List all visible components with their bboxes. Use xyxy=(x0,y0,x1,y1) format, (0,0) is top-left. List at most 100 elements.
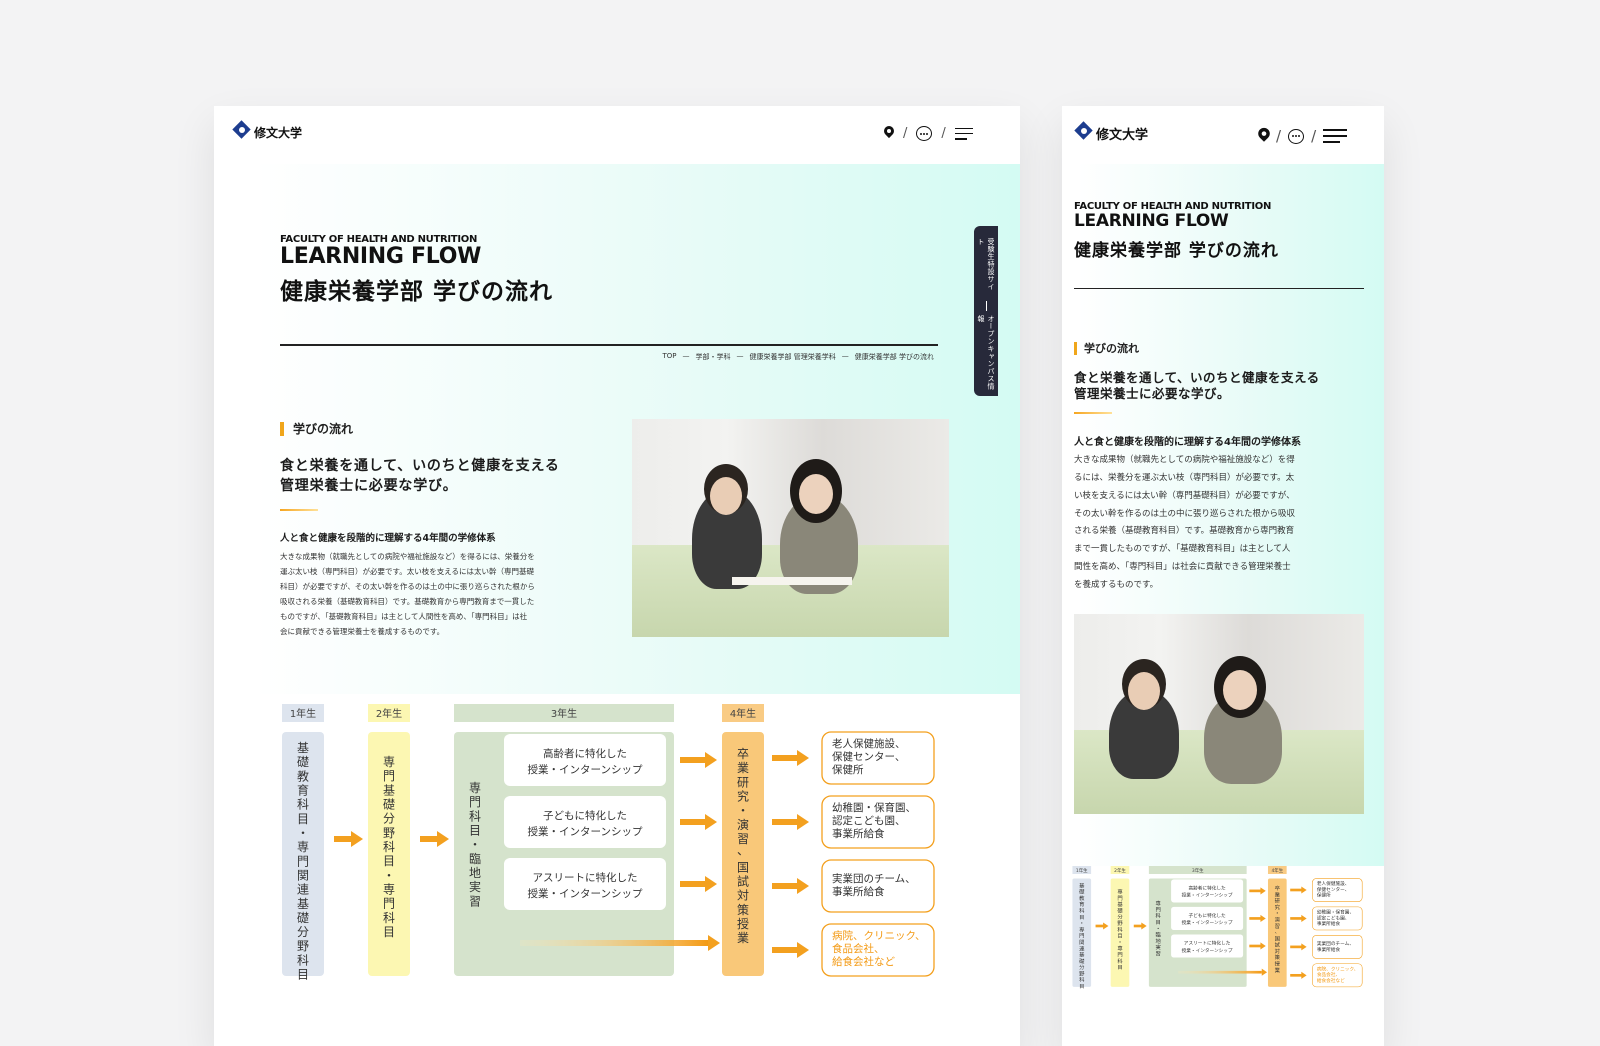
svg-text:育: 育 xyxy=(297,782,309,797)
svg-text:・: ・ xyxy=(1275,911,1280,917)
course-label: 授業・インターンシップ xyxy=(1182,947,1233,954)
flow-arrow-head xyxy=(1301,943,1307,951)
flow-arrow-head xyxy=(705,876,717,892)
site-logo[interactable]: 修文大学 xyxy=(1074,121,1149,144)
svg-text:科: 科 xyxy=(1117,957,1123,965)
svg-text:・: ・ xyxy=(469,838,481,852)
map-pin-icon[interactable] xyxy=(884,126,894,141)
site-header: 修文大学 / / xyxy=(214,106,1020,164)
svg-text:科: 科 xyxy=(1156,912,1162,920)
learning-flow-diagram: 1年生 2年生 3年生 4年生基礎教育科目・専門関連基礎分野科目専門基礎分野科目・専門… xyxy=(282,704,935,982)
svg-text:地: 地 xyxy=(1156,937,1162,945)
svg-text:地: 地 xyxy=(469,866,481,880)
svg-text:礎: 礎 xyxy=(297,755,309,769)
flow-arrow-head xyxy=(351,831,363,847)
breadcrumb-item[interactable]: TOP xyxy=(663,352,677,362)
flow-arrow-head xyxy=(1103,922,1109,930)
outcome-label: 幼稚園・保育園、 xyxy=(832,801,916,814)
outcome-label: 事業所給食 xyxy=(832,885,885,898)
svg-text:門: 門 xyxy=(1156,906,1161,913)
svg-text:門: 門 xyxy=(469,795,481,809)
svg-text:目: 目 xyxy=(1079,914,1084,921)
svg-text:門: 門 xyxy=(1117,895,1122,902)
svg-text:関: 関 xyxy=(1079,939,1084,946)
chat-bubble-icon[interactable] xyxy=(916,126,933,141)
course-label: アスリートに特化した xyxy=(1184,940,1231,947)
breadcrumb-item[interactable]: 学部・学科 xyxy=(696,352,731,362)
svg-text:目: 目 xyxy=(297,812,309,826)
svg-text:目: 目 xyxy=(383,925,395,939)
learning-flow-diagram-mini: 1年生 2年生 3年生 4年生基礎教育科目・専門関連基礎分野科目専門基礎分野科目・専門… xyxy=(1072,866,1363,990)
svg-text:・: ・ xyxy=(1156,926,1161,932)
svg-text:授: 授 xyxy=(737,916,749,931)
flow-arrow-head xyxy=(1260,914,1266,922)
course-box xyxy=(504,858,666,910)
students-photo xyxy=(632,419,949,637)
flow-arrow-head xyxy=(797,750,809,766)
svg-text:目: 目 xyxy=(1117,964,1122,971)
breadcrumb-item[interactable]: 健康栄養学部 管理栄養学科 xyxy=(750,352,836,362)
svg-text:習: 習 xyxy=(1156,950,1161,957)
breadcrumb-current: 健康栄養学部 学びの流れ xyxy=(854,353,934,361)
svg-text:専: 専 xyxy=(1079,925,1085,933)
chat-bubble-icon[interactable] xyxy=(1288,128,1305,144)
side-tab-exam-site[interactable]: 受験生特設サイト xyxy=(976,238,996,297)
svg-text:専: 専 xyxy=(297,840,309,854)
svg-text:試: 試 xyxy=(1275,941,1281,949)
side-tab-open-campus[interactable]: オープンキャンパス情報 xyxy=(976,315,996,396)
flow-arrow xyxy=(334,836,352,842)
logo-text: 修文大学 xyxy=(1096,127,1149,143)
year3-subjects: 専門科目・臨地実習 xyxy=(1156,899,1162,957)
side-quick-tab[interactable]: 受験生特設サイト オープンキャンパス情報 xyxy=(974,226,998,396)
svg-text:試: 試 xyxy=(737,873,749,888)
svg-text:専: 専 xyxy=(1117,888,1123,896)
svg-text:礎: 礎 xyxy=(1079,888,1085,896)
outcome-label: 事業所給食 xyxy=(832,827,885,840)
course-label: 高齢者に特化した xyxy=(1188,885,1226,892)
svg-text:臨: 臨 xyxy=(1156,931,1162,939)
svg-text:門: 門 xyxy=(383,897,395,911)
svg-text:業: 業 xyxy=(1275,966,1281,974)
mini-flow-wrapper: 1年生 2年生 3年生 4年生基礎教育科目・専門関連基礎分野科目専門基礎分野科目・専門… xyxy=(1068,866,1376,1004)
svg-text:分: 分 xyxy=(1117,913,1123,921)
outcome-label: 保健所 xyxy=(1317,892,1331,899)
year3-subjects: 専門科目・臨地実習 xyxy=(469,781,481,908)
hero-en-big: LEARNING FLOW xyxy=(280,244,482,269)
svg-text:演: 演 xyxy=(1275,915,1281,923)
flow-arrow xyxy=(1290,973,1302,977)
flow-arrow-head xyxy=(1301,914,1307,922)
section-label: 学びの流れ xyxy=(280,422,353,437)
svg-text:業: 業 xyxy=(1275,890,1281,898)
svg-text:基: 基 xyxy=(1079,881,1085,889)
flow-arrow-head xyxy=(797,942,809,958)
svg-text:専: 専 xyxy=(383,755,395,769)
map-pin-icon[interactable] xyxy=(1258,127,1270,144)
svg-text:関: 関 xyxy=(297,868,309,882)
flow-arrow xyxy=(1095,924,1104,928)
outcome-label: 実業団のチーム、 xyxy=(1317,940,1354,947)
flow-arrow xyxy=(680,757,706,763)
site-logo[interactable]: 修文大学 xyxy=(232,120,302,143)
flow-arrow-head xyxy=(1260,942,1266,950)
outcome-label: 病院、クリニック、 xyxy=(1317,965,1359,972)
flow-arrow xyxy=(680,819,706,825)
svg-text:目: 目 xyxy=(1079,983,1084,990)
flow-arrow xyxy=(420,836,438,842)
year-tag-year4: 4年生 xyxy=(730,707,756,720)
svg-text:、: 、 xyxy=(1275,929,1280,935)
flow-arrow-head xyxy=(797,814,809,830)
svg-text:策: 策 xyxy=(1275,953,1281,961)
section-body: 大きな成果物（就職先としての病院や福祉施設など）を得るには、栄養分を運ぶ太い枝（… xyxy=(1074,455,1296,590)
svg-text:科: 科 xyxy=(297,798,309,812)
menu-icon[interactable] xyxy=(1323,129,1348,143)
course-label: 授業・インターンシップ xyxy=(528,887,643,900)
flow-arrow xyxy=(1249,889,1261,893)
svg-text:分: 分 xyxy=(1079,963,1085,971)
svg-text:礎: 礎 xyxy=(383,797,395,811)
svg-text:礎: 礎 xyxy=(1117,906,1123,914)
long-flow-arrow xyxy=(520,940,708,946)
logo-mark-icon xyxy=(1074,121,1093,144)
menu-icon[interactable] xyxy=(954,127,973,140)
svg-text:専: 専 xyxy=(1156,899,1162,907)
section-lead: 食と栄養を通して、いのちと健康を支える 管理栄養士に必要な学び。 xyxy=(1074,370,1320,402)
